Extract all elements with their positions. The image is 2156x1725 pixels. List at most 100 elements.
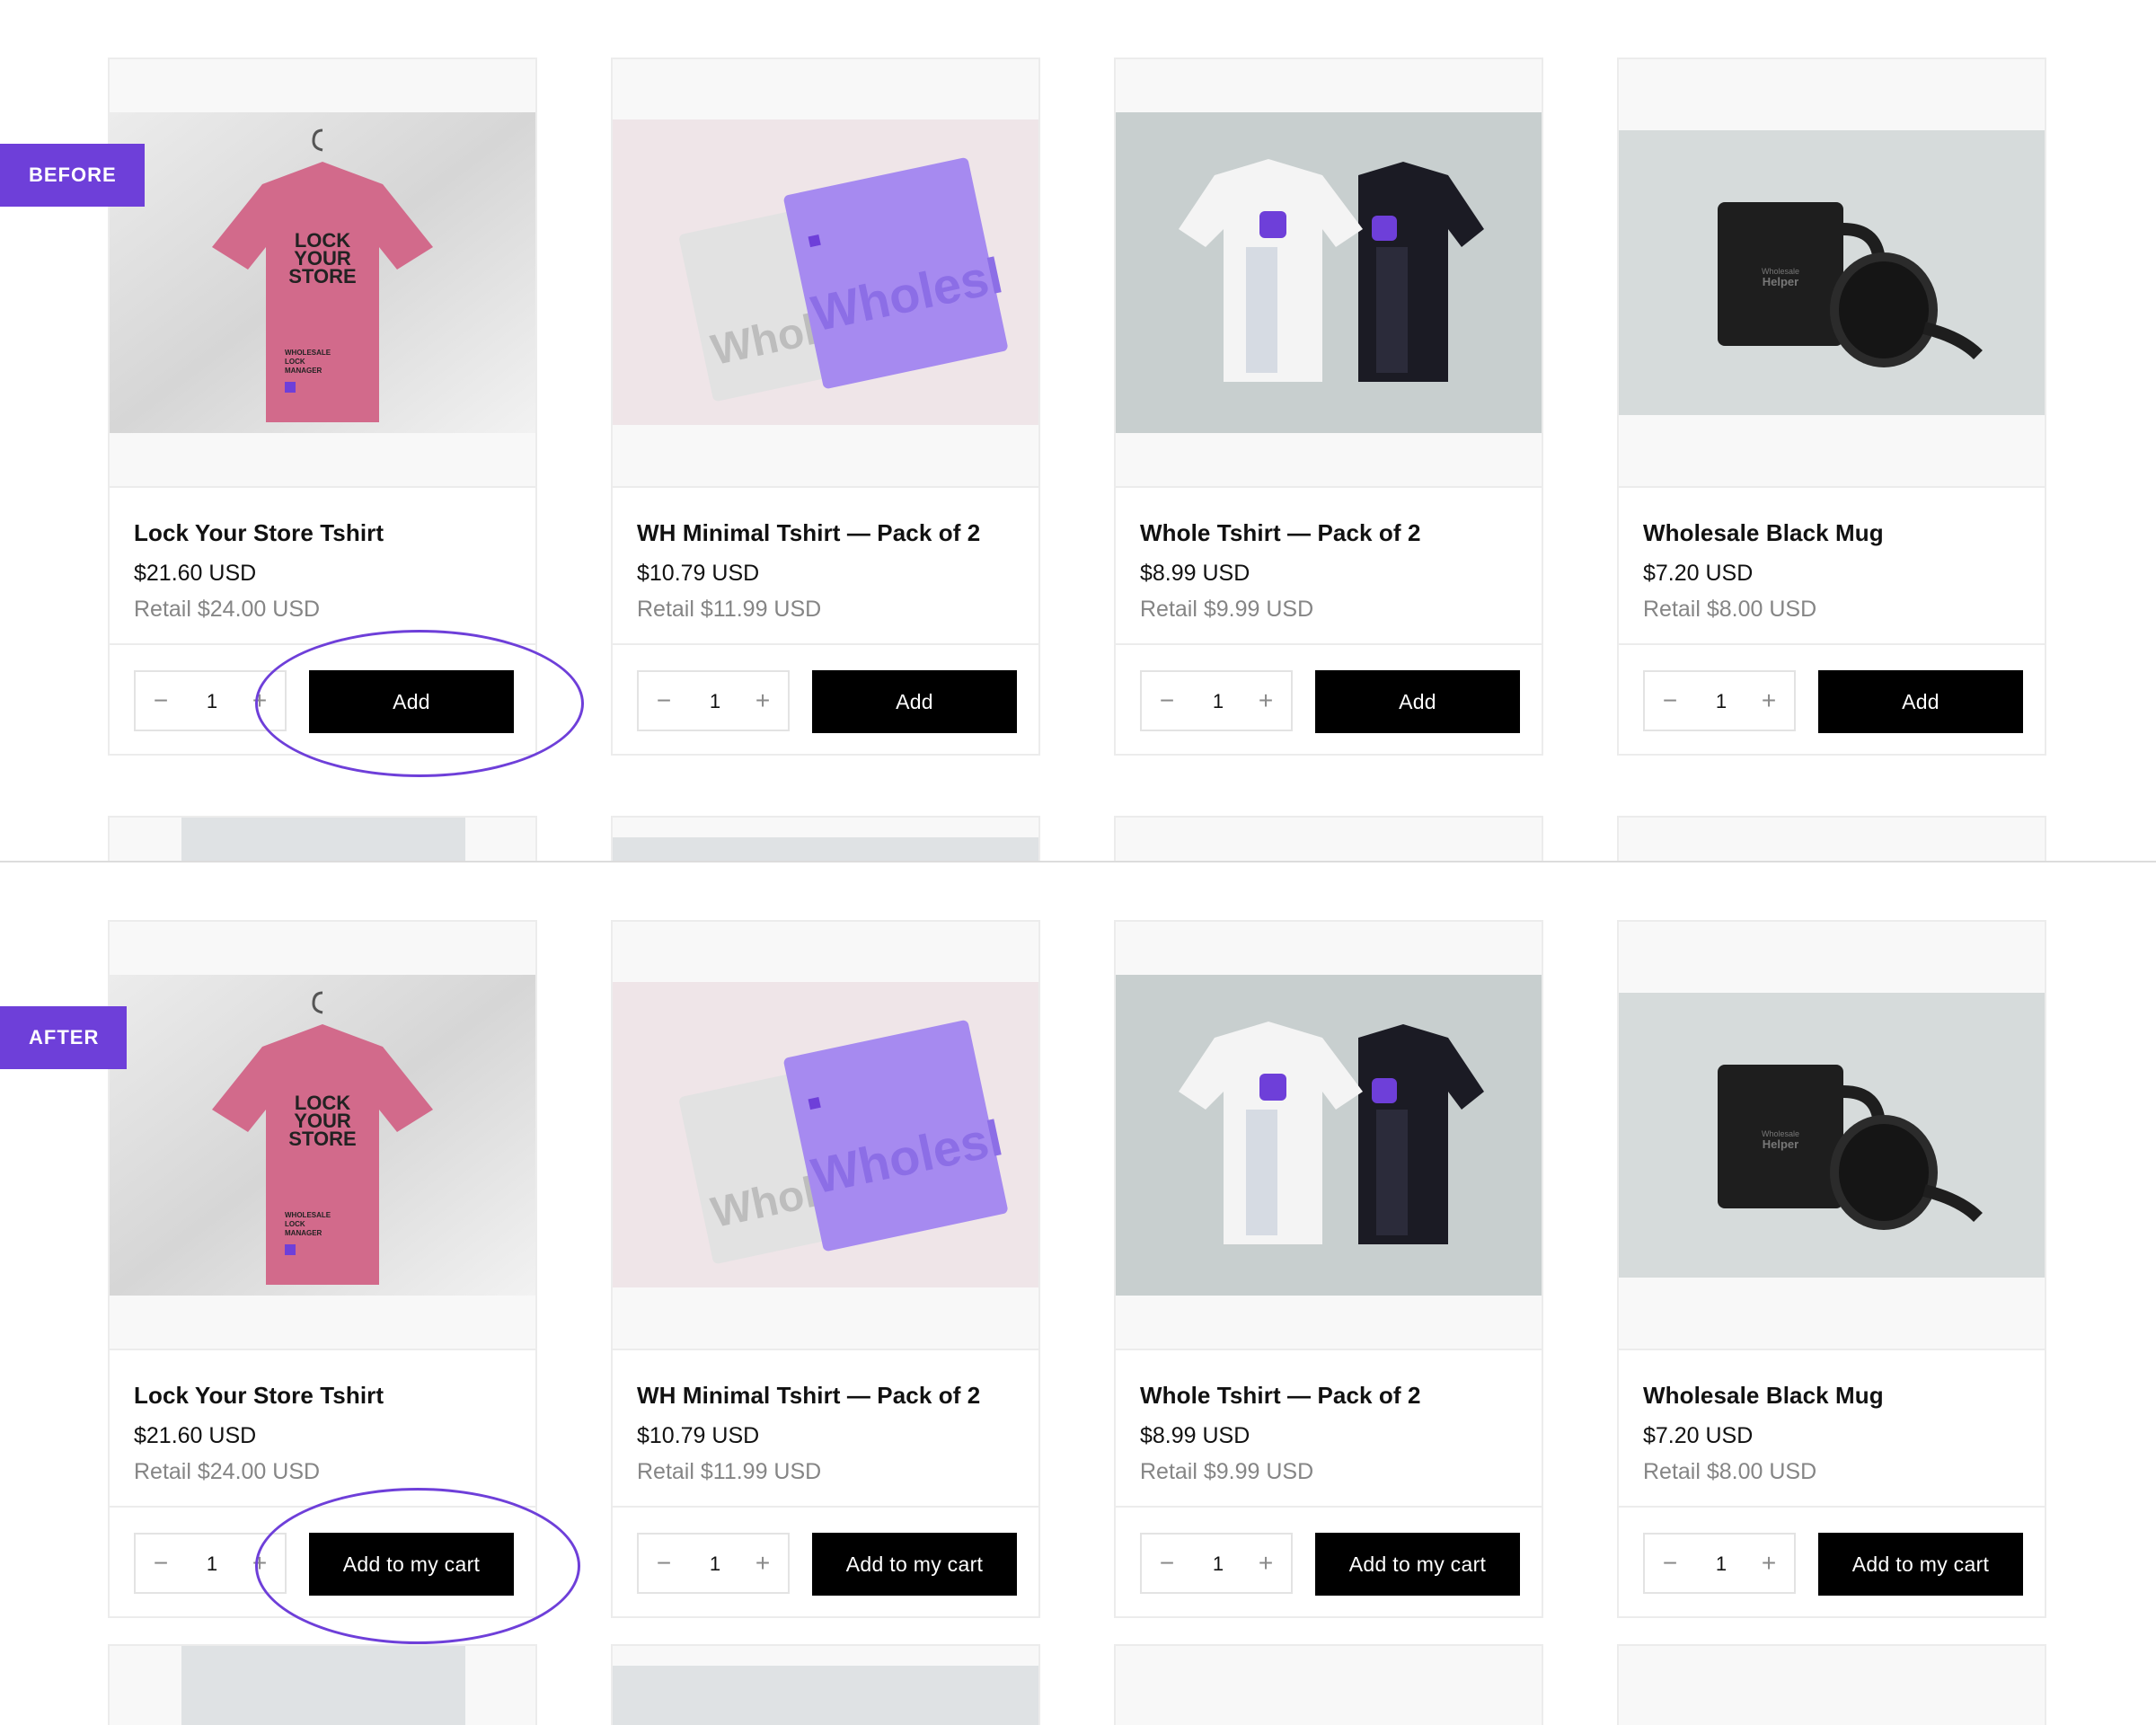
product-price: $21.60 USD [134, 561, 257, 586]
before-badge: BEFORE [0, 144, 145, 207]
tshirt-sub-2: LOCK [285, 1220, 305, 1228]
product-retail-price: Retail $24.00 USD [134, 1459, 321, 1484]
product-title[interactable]: Lock Your Store Tshirt [134, 516, 517, 550]
increment-button[interactable]: + [234, 1535, 285, 1592]
product-image-area: LOCK YOUR STORE WHOLESALE LOCK MANAGER [110, 922, 535, 1350]
card-divider [110, 643, 535, 645]
product-card: Whole Tshirt — Pack of 2 $8.99 USD Retai… [1114, 58, 1543, 756]
increment-button[interactable]: + [1241, 1535, 1291, 1592]
product-price: $10.79 USD [637, 561, 760, 586]
decrement-button[interactable]: − [1645, 672, 1695, 730]
product-title[interactable]: WH Minimal Tshirt — Pack of 2 [637, 1378, 1021, 1412]
increment-button[interactable]: + [738, 1535, 788, 1592]
quantity-stepper: − + [134, 1533, 287, 1594]
decrement-button[interactable]: − [1142, 1535, 1192, 1592]
product-price: $8.99 USD [1140, 1423, 1250, 1448]
product-price: $10.79 USD [637, 1423, 760, 1448]
product-info: Lock Your Store Tshirt $21.60 USD Retail… [134, 516, 517, 625]
product-image-area: Wholesl Wholesl [613, 59, 1038, 488]
pink-tshirt-image[interactable]: LOCK YOUR STORE WHOLESALE LOCK MANAGER [110, 112, 535, 433]
next-product-card-peek [611, 816, 1040, 861]
quantity-input[interactable] [1695, 672, 1747, 731]
add-to-cart-button[interactable]: Add [309, 670, 514, 733]
product-title[interactable]: Wholesale Black Mug [1643, 516, 2027, 550]
quantity-stepper: − + [637, 670, 790, 731]
product-retail-price: Retail $9.99 USD [1140, 1459, 1314, 1484]
quantity-input[interactable] [186, 1535, 238, 1594]
product-retail-price: Retail $8.00 USD [1643, 597, 1817, 622]
product-image-area: Wholesale Helper [1619, 59, 2045, 488]
product-image-area [1116, 59, 1542, 488]
product-info: Whole Tshirt — Pack of 2 $8.99 USD Retai… [1140, 516, 1524, 625]
increment-button[interactable]: + [234, 672, 285, 730]
quantity-input[interactable] [1192, 1535, 1244, 1594]
next-product-card-peek [1617, 1644, 2046, 1725]
add-to-cart-button[interactable]: Add to my cart [1818, 1533, 2023, 1596]
quantity-stepper: − + [134, 670, 287, 731]
folded-tshirts-image[interactable]: Wholesl Wholesl [613, 119, 1038, 425]
product-title[interactable]: Whole Tshirt — Pack of 2 [1140, 516, 1524, 550]
add-to-cart-button[interactable]: Add [1315, 670, 1520, 733]
quantity-input[interactable] [186, 672, 238, 731]
quantity-input[interactable] [1192, 672, 1244, 731]
product-card: Wholesale Helper Wholesale Black Mug $7.… [1617, 920, 2046, 1618]
tshirt-sub-3: MANAGER [285, 367, 323, 375]
product-info: Whole Tshirt — Pack of 2 $8.99 USD Retai… [1140, 1378, 1524, 1488]
card-divider [1116, 1506, 1542, 1508]
quantity-input[interactable] [689, 1535, 741, 1594]
add-to-cart-button[interactable]: Add [1818, 670, 2023, 733]
tshirt-sub-2: LOCK [285, 358, 305, 366]
product-title[interactable]: Wholesale Black Mug [1643, 1378, 2027, 1412]
product-info: WH Minimal Tshirt — Pack of 2 $10.79 USD… [637, 516, 1021, 625]
add-to-cart-button[interactable]: Add to my cart [812, 1533, 1017, 1596]
quantity-input[interactable] [689, 672, 741, 731]
increment-button[interactable]: + [1744, 672, 1794, 730]
before-section: LOCK YOUR STORE WHOLESALE LOCK MANAGER L… [0, 0, 2156, 861]
increment-button[interactable]: + [1241, 672, 1291, 730]
product-card: Whole Tshirt — Pack of 2 $8.99 USD Retai… [1114, 920, 1543, 1618]
product-retail-price: Retail $8.00 USD [1643, 1459, 1817, 1484]
card-divider [613, 643, 1038, 645]
product-price: $7.20 USD [1643, 561, 1754, 586]
black-mug-image[interactable]: Wholesale Helper [1619, 130, 2045, 415]
product-title[interactable]: Lock Your Store Tshirt [134, 1378, 517, 1412]
decrement-button[interactable]: − [136, 1535, 186, 1592]
mug-print-2: Helper [1763, 275, 1798, 288]
increment-button[interactable]: + [738, 672, 788, 730]
card-divider [1619, 1506, 2045, 1508]
quantity-stepper: − + [1643, 1533, 1796, 1594]
quantity-input[interactable] [1695, 1535, 1747, 1594]
product-retail-price: Retail $9.99 USD [1140, 597, 1314, 622]
add-to-cart-button[interactable]: Add [812, 670, 1017, 733]
product-info: WH Minimal Tshirt — Pack of 2 $10.79 USD… [637, 1378, 1021, 1488]
next-product-card-peek [1114, 816, 1543, 861]
product-image-area [1116, 922, 1542, 1350]
decrement-button[interactable]: − [639, 672, 689, 730]
tshirt-sub-1: WHOLESALE [285, 349, 331, 357]
product-price: $8.99 USD [1140, 561, 1250, 586]
decrement-button[interactable]: − [639, 1535, 689, 1592]
pink-tshirt-image[interactable]: LOCK YOUR STORE WHOLESALE LOCK MANAGER [110, 975, 535, 1296]
white-black-tshirts-image[interactable] [1116, 975, 1542, 1296]
product-card: Wholesl Wholesl WH Minimal Tshirt — Pack… [611, 58, 1040, 756]
white-black-tshirts-image[interactable] [1116, 112, 1542, 433]
product-card: LOCK YOUR STORE WHOLESALE LOCK MANAGER L… [108, 920, 537, 1618]
product-title[interactable]: Whole Tshirt — Pack of 2 [1140, 1378, 1524, 1412]
increment-button[interactable]: + [1744, 1535, 1794, 1592]
add-to-cart-button[interactable]: Add to my cart [309, 1533, 514, 1596]
product-card: Wholesale Helper Wholesale Black Mug $7.… [1617, 58, 2046, 756]
product-image-area: Wholesl Wholesl [613, 922, 1038, 1350]
product-retail-price: Retail $24.00 USD [134, 597, 321, 622]
product-title[interactable]: WH Minimal Tshirt — Pack of 2 [637, 516, 1021, 550]
add-to-cart-button[interactable]: Add to my cart [1315, 1533, 1520, 1596]
quantity-stepper: − + [637, 1533, 790, 1594]
black-mug-image[interactable]: Wholesale Helper [1619, 993, 2045, 1278]
decrement-button[interactable]: − [1645, 1535, 1695, 1592]
product-info: Lock Your Store Tshirt $21.60 USD Retail… [134, 1378, 517, 1488]
product-image-area: LOCK YOUR STORE WHOLESALE LOCK MANAGER [110, 59, 535, 488]
card-divider [1116, 643, 1542, 645]
product-retail-price: Retail $11.99 USD [637, 1459, 822, 1484]
decrement-button[interactable]: − [136, 672, 186, 730]
decrement-button[interactable]: − [1142, 672, 1192, 730]
folded-tshirts-image[interactable]: Wholesl Wholesl [613, 982, 1038, 1287]
